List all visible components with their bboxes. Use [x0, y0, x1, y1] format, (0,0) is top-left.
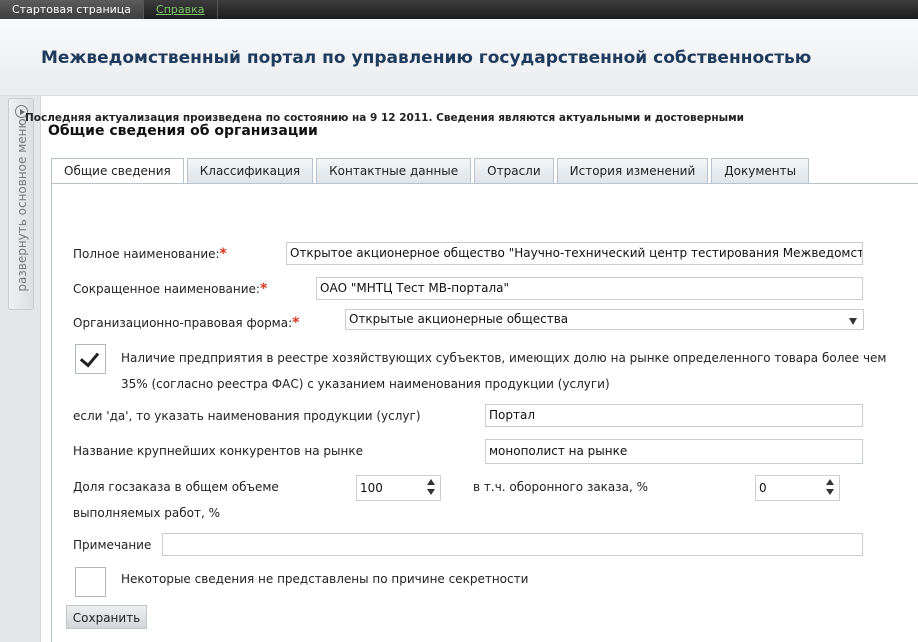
registry-label-line1: Наличие предприятия в реестре хозяйствую… [121, 351, 887, 365]
required-mark: * [292, 315, 300, 331]
legal-form-select[interactable]: Открытые акционерные общества [345, 309, 864, 330]
tab-bar: Общие сведения Классификация Контактные … [51, 158, 812, 185]
short-name-label: Сокращенное наименование:* [73, 281, 268, 297]
portal-title: Межведомственный портал по управлению го… [41, 48, 812, 68]
defense-order-label: в т.ч. оборонного заказа, % [473, 480, 649, 494]
short-name-input[interactable]: ОАО "МНТЦ Тест МВ-портала" [316, 277, 863, 300]
products-input[interactable]: Портал [485, 404, 863, 427]
dropdown-arrow-icon [849, 318, 857, 325]
section-title: Общие сведения об организации [48, 123, 318, 139]
nav-home-tab[interactable]: Стартовая страница [0, 0, 145, 19]
tab-history[interactable]: История изменений [556, 158, 709, 184]
legal-form-label: Организационно-правовая форма:* [73, 315, 300, 331]
full-name-label: Полное наименование:* [73, 246, 227, 262]
top-navigation: Стартовая страница Справка [0, 0, 918, 19]
competitors-input[interactable]: монополист на рынке [485, 439, 863, 464]
save-button[interactable]: Сохранить [66, 605, 147, 629]
expand-main-menu-label: развернуть основное меню [15, 118, 29, 292]
portal-header: Межведомственный портал по управлению го… [0, 19, 918, 96]
gov-order-value: 100 [360, 481, 383, 495]
registry-checkbox[interactable] [75, 344, 106, 374]
note-label: Примечание [73, 538, 152, 552]
required-mark: * [219, 246, 227, 262]
full-name-input[interactable]: Открытое акционерное общество "Научно-те… [286, 242, 863, 265]
nav-help-link[interactable]: Справка [144, 0, 218, 19]
defense-order-stepper[interactable]: 0 [755, 475, 840, 501]
tab-classification[interactable]: Классификация [186, 158, 314, 184]
spinner-arrows-icon[interactable] [826, 479, 835, 496]
spinner-arrows-icon[interactable] [427, 479, 436, 496]
tab-contacts[interactable]: Контактные данные [316, 158, 472, 184]
tab-general[interactable]: Общие сведения [51, 158, 184, 185]
secret-label: Некоторые сведения не представлены по пр… [121, 572, 529, 586]
gov-order-label-line2: выполняемых работ, % [73, 506, 221, 520]
note-input[interactable] [162, 533, 863, 556]
content-panel: Общие сведения об организации Общие свед… [40, 96, 918, 642]
legal-form-selected: Открытые акционерные общества [349, 312, 569, 326]
competitors-label: Название крупнейших конкурентов на рынке [73, 444, 363, 458]
checkmark-icon [79, 347, 100, 368]
secret-checkbox[interactable] [75, 567, 106, 597]
registry-label-line2: 35% (согласно реестра ФАС) с указанием н… [121, 377, 610, 391]
expand-main-menu-button[interactable]: развернуть основное меню [8, 98, 34, 310]
products-label: если 'да', то указать наименования проду… [73, 409, 421, 423]
defense-order-value: 0 [759, 481, 767, 495]
gov-order-stepper[interactable]: 100 [356, 475, 441, 501]
gov-order-label-line1: Доля госзаказа в общем объеме [73, 480, 279, 494]
required-mark: * [259, 281, 268, 297]
tab-documents[interactable]: Документы [711, 158, 810, 184]
tab-industries[interactable]: Отрасли [474, 158, 554, 184]
actualization-notice: Последняя актуализация произведена по со… [25, 112, 745, 124]
